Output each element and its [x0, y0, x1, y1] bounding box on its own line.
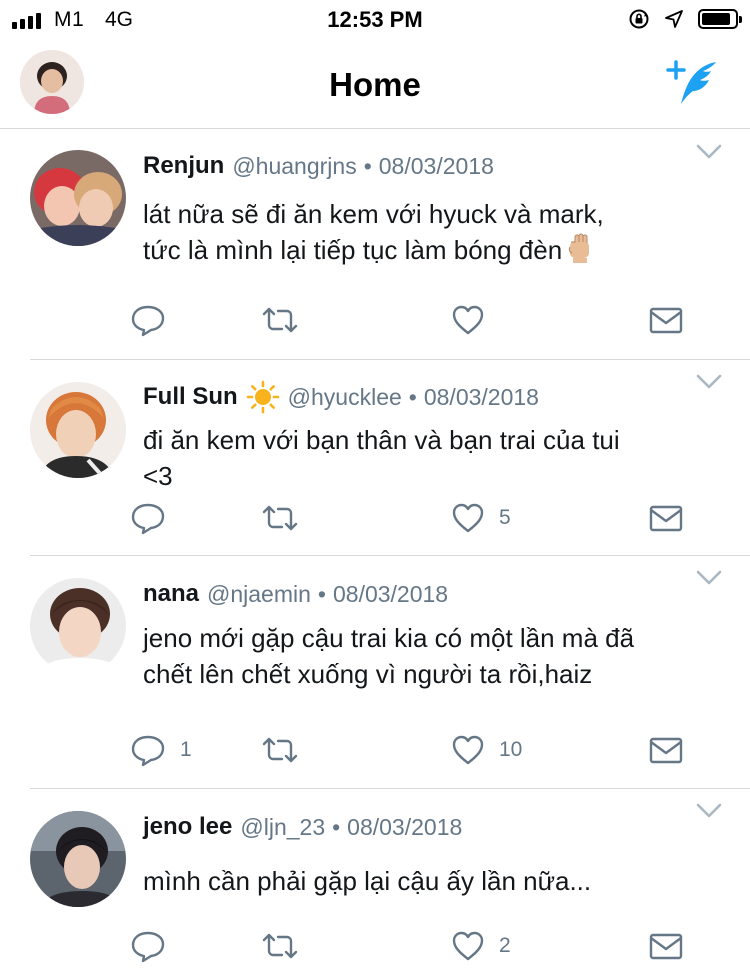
separator-dot: •: [408, 383, 417, 410]
reply-icon: [131, 503, 165, 535]
heart-icon: [452, 503, 484, 533]
rotation-lock-icon: [629, 9, 649, 29]
heart-icon: [452, 735, 484, 765]
tweet-text-line: <3: [143, 461, 173, 491]
chevron-down-icon[interactable]: [696, 144, 722, 160]
reply-icon: [131, 305, 165, 337]
chevron-down-icon[interactable]: [696, 803, 722, 819]
location-arrow-icon: [665, 10, 683, 28]
direct-message-button[interactable]: [648, 926, 684, 966]
user-handle[interactable]: @huangrjns: [232, 153, 356, 180]
like-count: 2: [499, 934, 511, 957]
heart-icon: [452, 305, 484, 335]
avatar[interactable]: [30, 578, 126, 674]
nav-bar: Home: [0, 40, 750, 129]
chevron-down-icon[interactable]: [696, 374, 722, 390]
heart-icon: [452, 931, 484, 961]
avatar[interactable]: [30, 150, 126, 246]
retweet-button[interactable]: [260, 300, 300, 340]
tweet-text-line: chết lên chết xuống vì người ta rồi,haiz: [143, 659, 593, 689]
tweet-header: Full Sun @hyucklee • 08/03/2018: [143, 380, 539, 414]
separator-dot: •: [317, 580, 326, 607]
tweet-text-line: tức là mình lại tiếp tục làm bóng đèn: [143, 235, 563, 265]
tweet-text: jeno mới gặp cậu trai kia có một lần mà …: [143, 620, 723, 692]
avatar-photo: [30, 150, 126, 246]
display-name[interactable]: Renjun: [143, 152, 224, 180]
sun-emoji-icon: [246, 380, 279, 414]
raised-fist-emoji-icon: [569, 233, 590, 263]
reply-button[interactable]: [130, 300, 180, 340]
separator-dot: •: [363, 152, 372, 179]
retweet-icon: [262, 307, 298, 333]
reply-count: 1: [180, 738, 192, 761]
tweet-header: nana @njaemin • 08/03/2018: [143, 580, 448, 608]
avatar[interactable]: [30, 811, 126, 907]
tweet-text-line: lát nữa sẽ đi ăn kem với hyuck và mark,: [143, 199, 604, 229]
avatar-photo: [30, 811, 126, 907]
user-handle[interactable]: @hyucklee: [288, 384, 402, 411]
direct-message-button[interactable]: [648, 730, 684, 770]
like-button[interactable]: [451, 300, 499, 340]
reply-icon: [131, 931, 165, 963]
tweet-divider: [30, 788, 750, 789]
status-bar: M1 4G 12:53 PM: [0, 0, 750, 40]
envelope-icon: [649, 307, 683, 334]
retweet-icon: [262, 933, 298, 959]
envelope-icon: [649, 737, 683, 764]
tweet-text-line-wrap: tức là mình lại tiếp tục làm bóng đèn: [143, 232, 723, 268]
tweet-actions: 2: [130, 926, 720, 966]
tweet-text-line: đi ăn kem với bạn thân và bạn trai của t…: [143, 425, 620, 455]
tweet-actions: 1 10: [130, 730, 720, 770]
reply-button[interactable]: [130, 498, 180, 538]
user-handle[interactable]: @ljn_23: [240, 814, 325, 841]
tweet-text: mình cần phải gặp lại cậu ấy lần nữa...: [143, 863, 723, 899]
like-button[interactable]: 5: [451, 498, 511, 538]
tweet-date[interactable]: 08/03/2018: [379, 153, 494, 180]
retweet-button[interactable]: [260, 730, 300, 770]
tweet-text-line: jeno mới gặp cậu trai kia có một lần mà …: [143, 623, 635, 653]
envelope-icon: [649, 505, 683, 532]
avatar[interactable]: [30, 382, 126, 478]
avatar-photo: [30, 382, 126, 478]
display-name[interactable]: Full Sun: [143, 383, 238, 411]
compose-tweet-icon[interactable]: [664, 58, 720, 108]
tweet-actions: [130, 300, 720, 340]
tweet-divider: [30, 359, 750, 360]
tweet-text: lát nữa sẽ đi ăn kem với hyuck và mark, …: [143, 196, 723, 268]
envelope-icon: [649, 933, 683, 960]
status-icons: [628, 8, 742, 30]
chevron-down-icon[interactable]: [696, 570, 722, 586]
reply-button[interactable]: [130, 926, 180, 966]
display-name[interactable]: nana: [143, 580, 199, 608]
user-handle[interactable]: @njaemin: [207, 581, 311, 608]
like-button[interactable]: 2: [451, 926, 511, 966]
tweet-date[interactable]: 08/03/2018: [424, 384, 539, 411]
retweet-icon: [262, 505, 298, 531]
tweet-date[interactable]: 08/03/2018: [333, 581, 448, 608]
tweet-text: đi ăn kem với bạn thân và bạn trai của t…: [143, 422, 723, 494]
separator-dot: •: [332, 813, 341, 840]
tweet-header: jeno lee @ljn_23 • 08/03/2018: [143, 813, 462, 841]
retweet-button[interactable]: [260, 498, 300, 538]
like-button[interactable]: 10: [451, 730, 522, 770]
reply-button[interactable]: 1: [130, 730, 192, 770]
tweet-actions: 5: [130, 498, 720, 538]
page-title: Home: [329, 66, 421, 103]
direct-message-button[interactable]: [648, 498, 684, 538]
tweet-divider: [30, 555, 750, 556]
tweet-date[interactable]: 08/03/2018: [347, 814, 462, 841]
like-count: 5: [499, 506, 511, 529]
like-count: 10: [499, 738, 523, 761]
direct-message-button[interactable]: [648, 300, 684, 340]
retweet-icon: [262, 737, 298, 763]
display-name[interactable]: jeno lee: [143, 813, 232, 841]
retweet-button[interactable]: [260, 926, 300, 966]
battery-icon: [698, 9, 742, 29]
tweet-text-line: mình cần phải gặp lại cậu ấy lần nữa...: [143, 866, 592, 896]
reply-icon: [131, 735, 165, 767]
tweet-header: Renjun @huangrjns • 08/03/2018: [143, 152, 494, 180]
avatar-photo: [30, 578, 126, 674]
